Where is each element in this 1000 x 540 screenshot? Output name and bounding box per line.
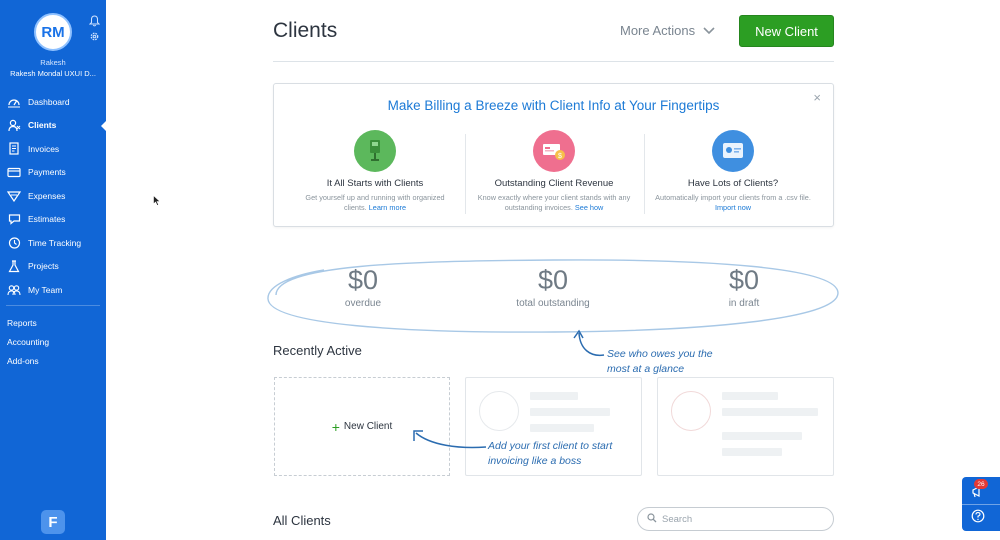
search-input[interactable] [662, 513, 812, 525]
promo-column-desc: Get yourself up and running with organiz… [305, 193, 445, 212]
promo-column-import: Have Lots of Clients? Automatically impo… [640, 130, 826, 213]
see-how-link[interactable]: See how [575, 203, 603, 212]
chevron-down-icon [703, 23, 715, 38]
import-now-link[interactable]: Import now [715, 203, 751, 212]
sidebar-item-label: Expenses [28, 190, 66, 201]
placeholder-bar [530, 424, 594, 432]
hint-owes: See who owes you the most at a glance [607, 348, 713, 375]
stat-amount: $0 [537, 265, 569, 295]
sidebar-item-reports[interactable]: Reports [0, 314, 106, 333]
placeholder-bar [722, 392, 778, 400]
sidebar-item-clients[interactable]: Clients [0, 114, 107, 138]
sidebar-item-invoices[interactable]: Invoices [0, 137, 106, 161]
stat-overdue[interactable]: $0 overdue [288, 265, 438, 309]
promo-column-clients: It All Starts with Clients Get yourself … [282, 130, 468, 213]
stat-amount: $0 [347, 265, 379, 295]
placeholder-bar [722, 408, 818, 416]
promo-column-desc: Automatically import your clients from a… [655, 193, 811, 212]
hint-arrow-icon [573, 329, 605, 357]
sidebar-nav: Dashboard Clients Invoices Payments Expe… [0, 90, 107, 371]
sidebar-item-label: Clients [28, 120, 57, 131]
header-divider [273, 61, 834, 62]
stat-in-draft[interactable]: $0 in draft [669, 265, 819, 309]
sidebar-item-label: My Team [28, 284, 63, 295]
stat-total-outstanding[interactable]: $0 total outstanding [478, 265, 628, 309]
avatar[interactable]: RM [34, 13, 72, 51]
sidebar-item-estimates[interactable]: Estimates [0, 208, 106, 232]
sidebar: RM Rakesh Rakesh Mondal UXUI D... Dashbo… [0, 0, 107, 540]
promo-banner: Make Billing a Breeze with Client Info a… [273, 83, 834, 227]
search-box[interactable] [637, 507, 834, 531]
bell-icon[interactable] [88, 15, 100, 27]
page-title: Clients [273, 19, 338, 42]
sidebar-item-add-ons[interactable]: Add-ons [0, 352, 106, 371]
promo-column-desc: Know exactly where your client stands wi… [477, 193, 631, 212]
user-company[interactable]: Rakesh Mondal UXUI D... [0, 69, 106, 78]
more-actions-dropdown[interactable]: More Actions [620, 23, 715, 38]
sidebar-item-payments[interactable]: Payments [0, 161, 106, 185]
help-widget-divider [962, 504, 1000, 505]
sidebar-item-label: Dashboard [28, 96, 70, 107]
new-client-card-label: New Client [343, 421, 393, 432]
stat-amount: $0 [728, 265, 760, 295]
svg-text:$: $ [558, 153, 562, 160]
estimates-icon [7, 212, 21, 226]
stat-label: overdue [344, 298, 382, 309]
help-widget: 26 [962, 477, 1000, 531]
hint-arrow-icon [413, 430, 487, 449]
promo-column-revenue: $ Outstanding Client Revenue Know exactl… [461, 130, 647, 213]
close-icon[interactable]: × [813, 90, 821, 105]
expenses-icon [7, 189, 21, 203]
placeholder-client-card [657, 377, 834, 476]
plus-icon: + [331, 418, 340, 435]
learn-more-link[interactable]: Learn more [369, 203, 406, 212]
sidebar-item-label: Estimates [28, 214, 66, 225]
placeholder-avatar [671, 391, 711, 431]
promo-column-title: Outstanding Client Revenue [494, 178, 614, 189]
placeholder-bar [530, 408, 610, 416]
recently-active-title: Recently Active [273, 343, 362, 358]
hint-first-client: Add your first client to start invoicing… [488, 440, 613, 467]
sidebar-item-accounting[interactable]: Accounting [0, 333, 106, 352]
stat-label: total outstanding [516, 298, 590, 309]
sidebar-item-label: Payments [28, 167, 66, 178]
sidebar-item-dashboard[interactable]: Dashboard [0, 90, 106, 114]
sidebar-item-label: Invoices [28, 143, 60, 154]
stat-label: in draft [728, 298, 760, 309]
sidebar-item-label: Time Tracking [28, 237, 82, 248]
import-card-icon [712, 130, 754, 172]
more-actions-label: More Actions [620, 23, 696, 38]
sidebar-item-label: Projects [28, 261, 59, 272]
search-icon [647, 510, 657, 528]
promo-title: Make Billing a Breeze with Client Info a… [387, 98, 720, 113]
gear-icon[interactable] [88, 31, 100, 43]
sidebar-item-projects[interactable]: Projects [0, 255, 106, 279]
dashboard-icon [7, 95, 21, 109]
freshbooks-logo[interactable]: F [41, 510, 65, 534]
payments-icon [7, 165, 21, 179]
notification-badge: 26 [974, 479, 988, 489]
placeholder-bar [722, 448, 782, 456]
user-first-name: Rakesh [40, 58, 66, 67]
placeholder-bar [530, 392, 578, 400]
mouse-cursor-icon [153, 195, 161, 206]
help-icon[interactable] [970, 508, 986, 524]
placeholder-bar [722, 432, 802, 440]
all-clients-title: All Clients [273, 513, 331, 528]
new-client-button[interactable]: New Client [739, 15, 834, 47]
time-tracking-icon [7, 236, 21, 250]
promo-column-title: Have Lots of Clients? [687, 178, 779, 189]
sidebar-item-time-tracking[interactable]: Time Tracking [0, 231, 106, 255]
clients-icon [7, 118, 21, 132]
team-icon [7, 283, 21, 297]
sidebar-item-my-team[interactable]: My Team [0, 278, 106, 302]
sidebar-item-expenses[interactable]: Expenses [0, 184, 106, 208]
client-card-icon [354, 130, 396, 172]
sidebar-divider [6, 304, 100, 306]
invoices-icon [7, 142, 21, 156]
revenue-card-icon: $ [533, 130, 575, 172]
projects-icon [7, 259, 21, 273]
promo-column-title: It All Starts with Clients [326, 178, 424, 189]
